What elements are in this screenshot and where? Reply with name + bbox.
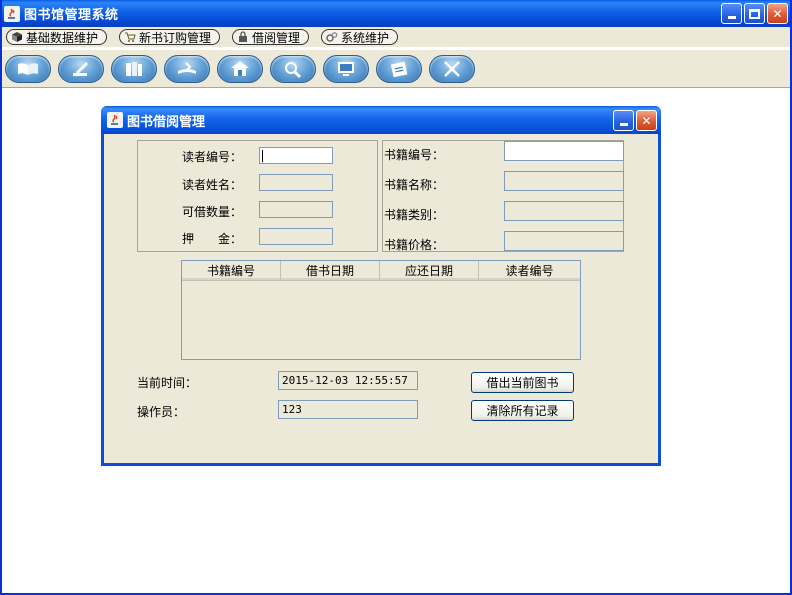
menu-label: 系统维护 [341, 30, 390, 45]
reader-name-label: 读者姓名： [182, 178, 243, 192]
toolbar-button-write[interactable] [58, 54, 104, 83]
operator-field: 123 [278, 400, 418, 419]
calendar-icon [390, 61, 408, 77]
reader-name-field [259, 174, 333, 191]
book-type-field [504, 201, 624, 221]
deposit-label: 押 金： [182, 232, 243, 246]
borrow-window-close-button[interactable]: ✕ [636, 110, 657, 131]
menu-label: 新书订购管理 [139, 30, 212, 45]
toolbar-button-book[interactable] [5, 54, 51, 83]
book-return-icon [178, 61, 196, 74]
borrow-manage-window: 图书借阅管理 ✕ 读者编号： 读者姓名： 可借数量： 押 金： 书籍编号： 书籍… [101, 106, 661, 466]
column-header-borrow-date[interactable]: 借书日期 [281, 261, 380, 280]
deposit-field [259, 228, 333, 245]
borrow-quota-label: 可借数量： [182, 205, 243, 219]
java-coffee-icon [4, 5, 20, 22]
borrow-current-book-button[interactable]: 借出当前图书 [471, 372, 574, 393]
books-icon [126, 61, 142, 76]
window-title: 图书馆管理系统 [24, 8, 119, 23]
book-name-label: 书籍名称： [384, 178, 445, 192]
menu-label: 借阅管理 [252, 30, 301, 45]
house-icon [231, 60, 249, 76]
minimize-icon [619, 123, 628, 126]
borrow-quota-field [259, 201, 333, 218]
menu-bar: 基础数据维护 新书订购管理 借阅管理 系统维护 [2, 27, 790, 47]
menu-system-maintain[interactable]: 系统维护 [321, 29, 399, 45]
menu-new-book-order[interactable]: 新书订购管理 [119, 29, 221, 45]
table-header: 书籍编号 借书日期 应还日期 读者编号 [182, 261, 580, 281]
toolbar-button-monitor[interactable] [323, 54, 369, 83]
column-header-reader-id[interactable]: 读者编号 [479, 261, 580, 280]
toolbar-button-search[interactable] [270, 54, 316, 83]
borrow-window-titlebar[interactable]: 图书借阅管理 ✕ [101, 106, 661, 134]
java-coffee-icon [107, 112, 123, 128]
book-name-field [504, 171, 624, 191]
column-header-book-id[interactable]: 书籍编号 [182, 261, 281, 280]
current-time-label: 当前时间： [137, 376, 198, 390]
borrow-window-content: 读者编号： 读者姓名： 可借数量： 押 金： 书籍编号： 书籍名称： 书籍类别：… [104, 134, 658, 463]
toolbar [2, 49, 790, 88]
toolbar-button-tools[interactable] [429, 54, 475, 83]
toolbar-button-home[interactable] [217, 54, 263, 83]
cart-icon [125, 32, 136, 42]
close-icon: ✕ [772, 6, 783, 21]
borrow-records-table[interactable]: 书籍编号 借书日期 应还日期 读者编号 [181, 260, 581, 360]
main-titlebar[interactable]: 图书馆管理系统 ✕ [2, 0, 790, 27]
menu-borrow-manage[interactable]: 借阅管理 [232, 29, 310, 45]
toolbar-button-books[interactable] [111, 54, 157, 83]
maximize-icon [749, 8, 760, 19]
close-icon: ✕ [641, 113, 652, 128]
menu-basic-data[interactable]: 基础数据维护 [6, 29, 108, 45]
clear-all-records-button[interactable]: 清除所有记录 [471, 400, 574, 421]
reader-info-panel: 读者编号： 读者姓名： 可借数量： 押 金： [137, 140, 378, 252]
text-caret [262, 150, 263, 162]
column-header-due-date[interactable]: 应还日期 [380, 261, 479, 280]
tools-icon [444, 60, 460, 77]
reader-id-input[interactable] [259, 147, 333, 164]
book-id-label: 书籍编号： [384, 148, 445, 162]
pen-write-icon [73, 61, 88, 76]
lock-icon [239, 31, 248, 42]
close-button[interactable]: ✕ [767, 3, 788, 24]
magnifier-book-icon [285, 61, 302, 78]
menu-label: 基础数据维护 [26, 30, 99, 45]
toolbar-button-calendar[interactable] [376, 54, 422, 83]
operator-label: 操作员： [137, 405, 186, 419]
minimize-icon [727, 16, 736, 19]
cube-icon [12, 32, 22, 42]
gears-icon [326, 32, 338, 42]
borrow-window-minimize-button[interactable] [613, 110, 634, 131]
main-window: 图书馆管理系统 ✕ 基础数据维护 新书订购管理 借阅管理 系统维护 图书借阅管理… [0, 0, 792, 595]
open-book-icon [18, 62, 38, 75]
monitor-icon [338, 61, 354, 76]
borrow-window-title: 图书借阅管理 [127, 114, 206, 130]
toolbar-button-return[interactable] [164, 54, 210, 83]
book-price-label: 书籍价格： [384, 238, 445, 252]
current-time-field: 2015-12-03 12:55:57 [278, 371, 418, 390]
book-type-label: 书籍类别： [384, 208, 445, 222]
book-info-panel: 书籍编号： 书籍名称： 书籍类别： 书籍价格： [382, 140, 624, 252]
reader-id-label: 读者编号： [182, 150, 243, 164]
book-price-field [504, 231, 624, 251]
minimize-button[interactable] [721, 3, 742, 24]
book-id-input[interactable] [504, 141, 624, 161]
maximize-button[interactable] [744, 3, 765, 24]
